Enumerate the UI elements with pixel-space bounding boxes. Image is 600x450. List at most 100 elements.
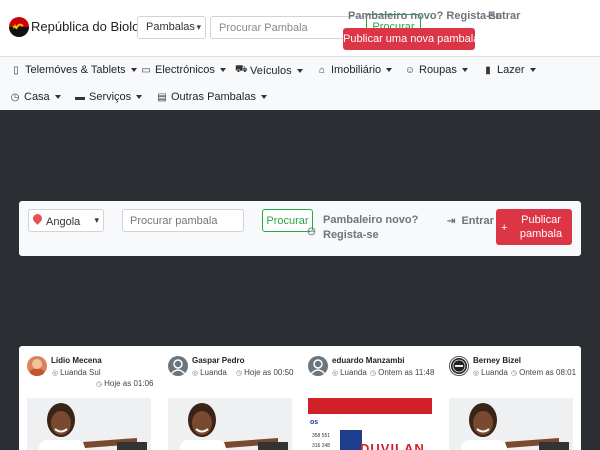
time-text: Hoje as 01:06 [104,379,154,388]
flyer-text: os [310,419,319,426]
hero-publish-button[interactable]: + Publicar pambala [496,209,572,245]
publish-button[interactable]: Publicar uma nova pambala [343,28,479,50]
listings-grid: Lídio Mecena ◎ Luanda Sul ◷ Hoje as 01:06 … [19,346,581,450]
category-select[interactable]: Pambalas ▾ [137,16,206,39]
listing-image[interactable] [449,398,573,450]
hero-register-line2: Regista-se [323,229,379,241]
avatar[interactable] [168,356,188,376]
time-text: Ontem as 11:48 [378,368,435,377]
flyer-logo-text: DUVILAN [360,441,425,450]
location-select[interactable]: Angola ▾ [28,209,104,232]
register-link[interactable]: Pambaleiro novo? Regista-se [348,10,502,22]
caret-down-icon [260,95,267,99]
nav-item-label: Veículos [250,64,292,77]
listing-card[interactable]: Lídio Mecena ◎ Luanda Sul ◷ Hoje as 01:06 [19,346,153,450]
clock-icon: ◷ [10,91,20,103]
caret-down-icon [219,68,226,72]
hero-search-button[interactable]: Procurar [262,209,313,232]
listing-image[interactable] [27,398,151,450]
user-plus-icon: ⚇ [307,227,316,238]
sign-in-icon: ⇥ [447,216,456,227]
nav-item-roupas[interactable]: ☺ Roupas [404,64,468,76]
book-icon: ▮ [485,64,491,76]
hero-search-placeholder: Procurar pambala [130,215,218,227]
location-icon: ◎ [332,370,339,377]
hero-register-link[interactable]: ⚇ Pambaleiro novo? Regista-se [307,213,418,243]
caret-down-icon [130,68,137,72]
nav-item-label: Outras Pambalas [171,91,256,103]
hero-register-line1: Pambaleiro novo? [323,214,419,226]
nav-item-label: Casa [24,91,50,103]
nav-item-servicos[interactable]: ▬ Serviços [74,91,143,103]
seller-name[interactable]: eduardo Manzambi [332,356,404,365]
seller-name[interactable]: Lídio Mecena [51,356,102,365]
clock-icon: ◷ [96,381,103,388]
nav-item-outras[interactable]: ▤ Outras Pambalas [156,91,267,103]
location-icon: ◎ [192,370,199,377]
top-header: República do Biolo Pambalas ▾ Procurar P… [0,0,600,56]
nav-item-label: Telemóves & Tablets [25,64,126,76]
clipboard-icon: ▤ [157,91,167,103]
hero-search-panel: Angola ▾ Procurar pambala Procurar ⚇ Pam… [19,201,581,256]
monitor-icon: ▭ [141,64,151,76]
login-link[interactable]: Entrar [488,10,520,22]
chevron-down-icon: ▾ [94,215,99,225]
location-icon: ◎ [473,370,480,377]
caret-down-icon [461,68,468,72]
nav-item-lazer[interactable]: ▮ Lazer [482,64,536,76]
listing-location: ◎ Luanda [473,368,508,377]
brand-name[interactable]: República do Biolo [31,19,139,34]
category-select-value: Pambalas [146,21,195,33]
location-select-value: Angola [46,216,81,228]
nav-item-label: Imobiliário [331,64,382,76]
nav-item-label: Serviços [89,91,132,103]
nav-item-veiculos[interactable]: ⛟ Veículos [235,64,303,77]
hero-search-input[interactable]: Procurar pambala [122,209,244,232]
phone-icon: ▯ [13,64,19,76]
seller-name[interactable]: Gaspar Pedro [192,356,244,365]
nav-item-label: Lazer [497,64,525,76]
avatar[interactable] [449,356,469,376]
listing-card[interactable]: Berney Bizel ◎ Luanda ◷ Ontem as 08:01 [441,346,576,450]
listing-card[interactable]: Gaspar Pedro ◎ Luanda ◷ Hoje as 00:50 [160,346,293,450]
hero-login-label: Entrar [461,215,494,227]
toolbox-icon: ▬ [75,91,85,103]
listing-image[interactable]: os 358 551 316 248 DUVILAN [308,398,432,450]
location-text: Luanda [481,368,508,377]
listing-card[interactable]: eduardo Manzambi ◎ Luanda ◷ Ontem as 11:48… [300,346,434,450]
listing-time: ◷ Hoje as 00:50 [236,368,293,377]
plus-icon: + [501,222,508,234]
nav-item-casa[interactable]: ◷ Casa [9,91,61,103]
hero-publish-line1: Publicar [521,214,561,226]
caret-down-icon [386,68,393,72]
location-icon: ◎ [52,370,59,377]
seller-name[interactable]: Berney Bizel [473,356,521,365]
listing-image[interactable] [168,398,292,450]
nav-item-imobiliario[interactable]: ⌂ Imobiliário [316,64,393,76]
caret-down-icon [136,95,143,99]
location-text: Luanda [200,368,227,377]
nav-item-telemoveis[interactable]: ▯ Telemóves & Tablets [10,64,137,76]
truck-icon: ⛟ [235,64,248,75]
flyer-phone-2: 316 248 [312,443,331,449]
location-text: Luanda [340,368,367,377]
tshirt-icon: ☺ [404,64,416,76]
flyer-phone-1: 358 551 [312,433,331,439]
listing-location: ◎ Luanda Sul [52,368,101,377]
clock-icon: ◷ [511,370,518,377]
listing-time: ◷ Hoje as 01:06 [96,379,153,388]
nav-item-label: Roupas [419,64,457,76]
time-text: Ontem as 08:01 [519,368,577,377]
hero-login-link[interactable]: ⇥ Entrar [447,215,494,227]
location-text: Luanda Sul [60,368,101,377]
home-icon: ⌂ [318,64,326,76]
brand-logo-icon[interactable] [9,17,29,37]
avatar[interactable] [308,356,328,376]
caret-down-icon [296,68,303,73]
flyer-banner [308,398,432,414]
nav-item-electronicos[interactable]: ▭ Electrónicos [140,64,226,76]
listing-location: ◎ Luanda [192,368,227,377]
map-pin-icon [31,212,44,225]
hero-publish-line2: pambala [519,228,563,240]
avatar[interactable] [27,356,47,376]
